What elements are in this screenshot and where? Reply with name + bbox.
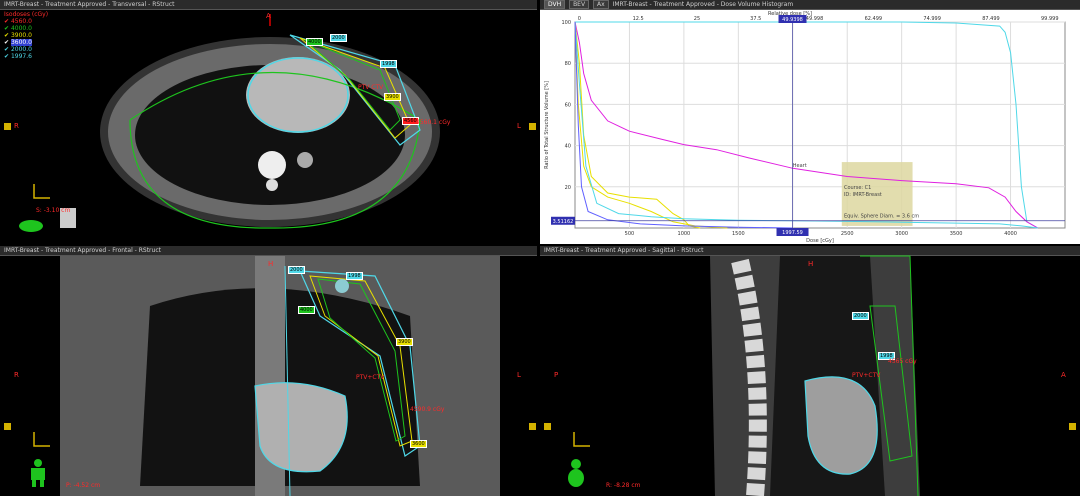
tooltip-line: Equiv. Sphere Diam. = 3.6 cm — [844, 214, 919, 220]
x2-tick-label: 87.499 — [982, 16, 1000, 22]
cursor-y-label: 3.51162 — [553, 219, 574, 225]
x2-tick-label: 0 — [578, 16, 581, 22]
slider-handle-left[interactable] — [544, 423, 551, 430]
orientation-left-label: R — [14, 122, 19, 130]
y-tick-label: 100 — [561, 20, 571, 26]
orientation-top-label: H — [808, 260, 814, 268]
x-tick-label: 4000 — [1004, 231, 1017, 237]
isodose-tag: 4000 — [306, 38, 323, 46]
cursor-top-label: 49.9398 — [782, 17, 803, 23]
cursor-x-label: 1997.59 — [782, 230, 803, 236]
slider-handle-left[interactable] — [4, 423, 11, 430]
ptv-label: PTV+CTV — [356, 374, 385, 381]
dvh-header: DVH BEV Ax IMRT-Breast - Treatment Appro… — [540, 0, 1080, 10]
patient-orientation-icon — [31, 459, 45, 487]
isodose-tag: 2000 — [852, 312, 869, 320]
transverse-image — [60, 14, 440, 229]
x2-tick-label: 12.5 — [633, 16, 644, 22]
x-tick-label: 1500 — [732, 231, 745, 237]
tooltip-line: Course: C1 — [844, 185, 871, 191]
slice-position-label: P: -4.52 cm — [66, 482, 101, 489]
slider-handle-left[interactable] — [4, 123, 11, 130]
dvh-chart[interactable]: 2040608010050010001500200025003000350040… — [540, 10, 1080, 244]
plot-area — [574, 21, 1066, 229]
tab-ax[interactable]: Ax — [593, 0, 609, 9]
isodose-tag: 1998 — [346, 272, 363, 280]
x2-tick-label: 74.999 — [923, 16, 941, 22]
orientation-right-label: A — [1061, 371, 1066, 379]
x-tick-label: 1000 — [678, 231, 691, 237]
isodose-tag: 2000 — [288, 266, 305, 274]
max-dose-label: 4565 cGy — [888, 358, 917, 365]
isodose-level: ✔ 4560.0 — [4, 18, 32, 25]
axis-icon — [33, 432, 50, 447]
y-tick-label: 20 — [565, 185, 571, 191]
orientation-top-label: H — [268, 260, 274, 268]
slider-handle-right[interactable] — [529, 123, 536, 130]
patient-orientation-icon — [568, 459, 584, 487]
x2-tick-label: 62.499 — [865, 16, 883, 22]
x-tick-label: 500 — [625, 231, 635, 237]
max-dose-label: 4590.9 cGy — [410, 406, 445, 413]
isodose-level: ✔ 3600.0 — [4, 39, 32, 46]
isodose-level: ✔ 4000.0 — [4, 25, 32, 32]
orientation-top-label: A — [266, 12, 271, 20]
orientation-left-label: P — [554, 371, 559, 379]
slice-position-label: S: -3.10 cm — [36, 207, 71, 214]
x-axis-label: Dose [cGy] — [806, 238, 834, 244]
slice-position-label: R: -8.28 cm — [606, 482, 641, 489]
transverse-view[interactable]: IMRT-Breast - Treatment Approved - Trans… — [0, 0, 537, 244]
x2-tick-label: 99.999 — [1041, 16, 1059, 22]
ptv-label: PTV CTV — [358, 84, 384, 91]
orientation-left-label: R — [14, 371, 19, 379]
isodose-tag: 2000 — [330, 34, 347, 42]
tab-bev[interactable]: BEV — [569, 0, 590, 9]
x2-tick-label: 25 — [694, 16, 700, 22]
isodose-tag: 3900 — [384, 93, 401, 101]
tab-dvh[interactable]: DVH — [544, 0, 566, 9]
y-axis-label: Ratio of Total Structure Volume [%] — [544, 81, 550, 169]
y-tick-label: 40 — [565, 144, 571, 150]
dvh-title: IMRT-Breast - Treatment Approved - Dose … — [612, 1, 794, 8]
max-dose-label: 4560.1 cGy — [416, 119, 451, 126]
axis-icon — [33, 184, 50, 199]
isodose-tag: 3900 — [396, 338, 413, 346]
orientation-right-label: L — [517, 371, 521, 379]
sagittal-view[interactable]: IMRT-Breast - Treatment Approved - Sagit… — [540, 246, 1080, 496]
isodose-legend: Isodoses (cGy) ✔ 4560.0 ✔ 4000.0 ✔ 3900.… — [4, 11, 48, 60]
isodose-tag: 4000 — [298, 306, 315, 314]
isodose-tag: 3600 — [410, 440, 427, 448]
slider-handle-right[interactable] — [1069, 423, 1076, 430]
isodose-title: Isodoses (cGy) — [4, 11, 49, 18]
frontal-image — [60, 256, 500, 496]
x-tick-label: 2500 — [841, 231, 854, 237]
isodose-tag: 1998 — [380, 60, 397, 68]
y-tick-label: 60 — [565, 102, 571, 108]
slider-handle-right[interactable] — [529, 423, 536, 430]
x-tick-label: 3000 — [895, 231, 908, 237]
y-tick-label: 80 — [565, 61, 571, 67]
patient-orientation-icon — [19, 220, 43, 232]
sagittal-image — [710, 255, 920, 496]
isodose-level: ✔ 2000.0 — [4, 46, 32, 53]
isodose-level: ✔ 3900.0 — [4, 32, 32, 39]
ptv-label: PTV+CTV — [852, 372, 881, 379]
x-tick-label: 3500 — [950, 231, 963, 237]
orientation-right-label: L — [517, 122, 521, 130]
frontal-view[interactable]: IMRT-Breast - Treatment Approved - Front… — [0, 246, 537, 496]
dvh-view[interactable]: DVH BEV Ax IMRT-Breast - Treatment Appro… — [540, 0, 1080, 244]
isodose-level: ✔ 1997.6 — [4, 53, 32, 60]
tooltip-line: ID: IMRT-Breast — [844, 192, 882, 198]
axis-icon — [573, 432, 590, 447]
x2-tick-label: 37.5 — [750, 16, 761, 22]
